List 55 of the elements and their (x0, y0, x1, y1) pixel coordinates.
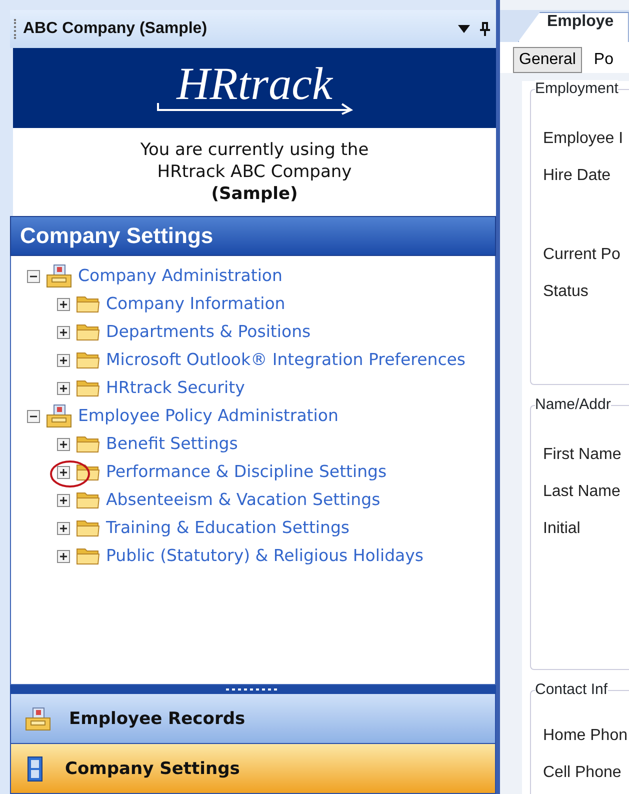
nav-button[interactable]: Employee Records (10, 694, 496, 744)
folder-icon (76, 546, 100, 566)
field-label: Home Phon (543, 726, 628, 746)
tab[interactable]: General (513, 47, 582, 73)
expand-icon[interactable] (57, 382, 70, 394)
folder-icon (76, 294, 100, 314)
welcome-text: You are currently using the HRtrack ABC Company (Sample) (140, 139, 369, 205)
expand-icon[interactable] (57, 550, 70, 562)
folder-icon (76, 322, 100, 342)
dropdown-icon[interactable] (458, 25, 470, 33)
expand-icon[interactable] (57, 326, 70, 338)
tree-item[interactable]: Public (Statutory) & Religious Holidays (106, 544, 424, 568)
folder-icon (76, 434, 100, 454)
folder-icon (76, 350, 100, 370)
field-label: Hire Date (543, 166, 612, 186)
tree-item[interactable]: Benefit Settings (106, 432, 238, 456)
tray-icon (46, 264, 72, 288)
expand-icon[interactable] (57, 298, 70, 310)
expand-icon[interactable] (57, 354, 70, 366)
tree-item[interactable]: Employee Policy Administration (78, 404, 338, 428)
expand-icon[interactable] (57, 466, 70, 478)
tree-item[interactable]: Performance & Discipline Settings (106, 460, 387, 484)
field-label: Initial (543, 518, 582, 538)
pin-icon[interactable] (480, 22, 490, 36)
field-label: Last Name (543, 482, 622, 502)
pane-title: ABC Company (Sample) (23, 20, 208, 38)
tree-item[interactable]: Company Information (106, 292, 286, 316)
collapse-icon[interactable] (27, 410, 40, 422)
field-label: Cell Phone (543, 762, 622, 782)
tray-icon (25, 706, 51, 730)
section-title: Company Settings (10, 216, 496, 256)
expand-icon[interactable] (57, 522, 70, 534)
field-label: Status (543, 282, 590, 302)
tree-item[interactable]: Training & Education Settings (106, 516, 350, 540)
tray-icon (46, 404, 72, 428)
tree-item[interactable]: Company Administration (78, 264, 282, 288)
folder-icon (76, 378, 100, 398)
field-label: First Name (543, 444, 622, 464)
folder-icon (76, 518, 100, 538)
nav-button[interactable]: Company Settings (10, 744, 496, 794)
document-tab[interactable]: Employe (518, 12, 629, 42)
logo-text: HRtrack (176, 61, 332, 107)
group-title: Employment (535, 80, 618, 97)
tree-item[interactable]: Departments & Positions (106, 320, 311, 344)
expand-icon[interactable] (57, 494, 70, 506)
tree-item[interactable]: Microsoft Outlook® Integration Preferences (106, 348, 466, 372)
field-label: Employee I (543, 128, 624, 148)
field-label: Current Po (543, 244, 622, 264)
tab[interactable]: Po (588, 47, 620, 73)
expand-icon[interactable] (57, 438, 70, 450)
collapse-icon[interactable] (27, 270, 40, 282)
grip-handle[interactable] (14, 19, 17, 39)
tree-item[interactable]: Absenteeism & Vacation Settings (106, 488, 380, 512)
folder-icon (76, 490, 100, 510)
tree-item[interactable]: HRtrack Security (106, 376, 245, 400)
